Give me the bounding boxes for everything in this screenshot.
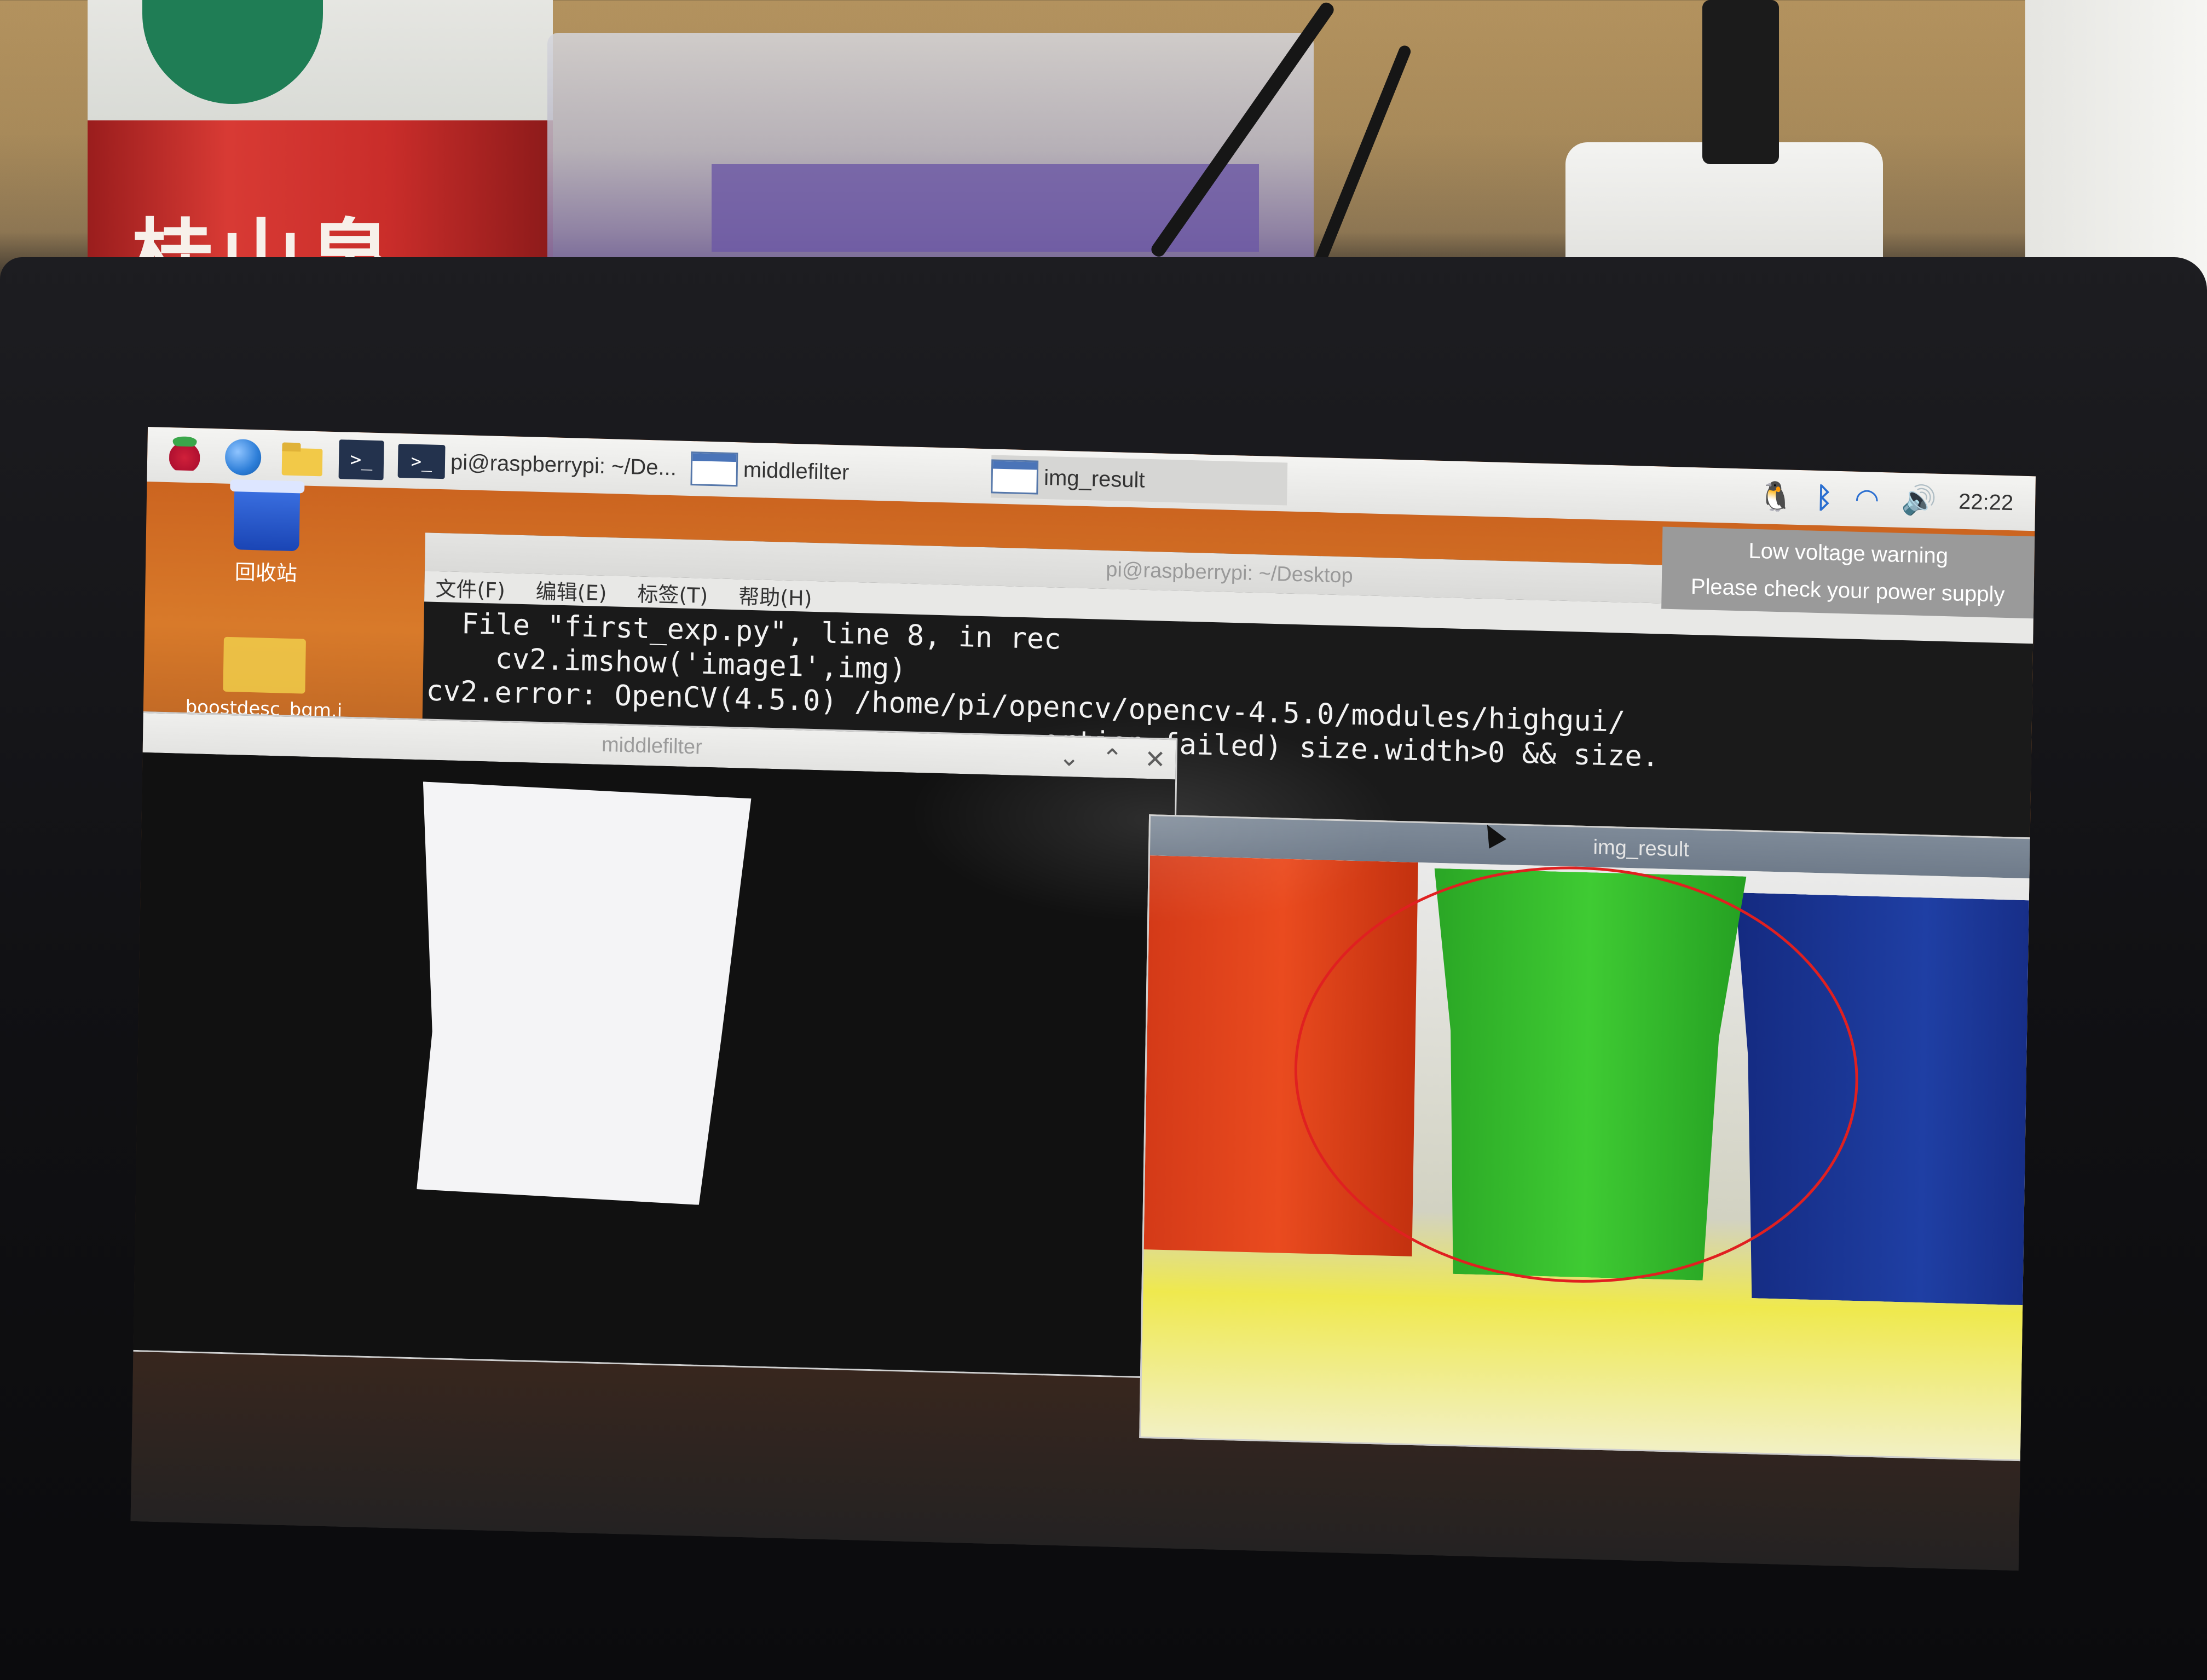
raspberry-menu-icon[interactable] [161,435,207,476]
window-task-icon [991,459,1039,495]
trash-label: 回收站 [234,560,298,586]
menu-file[interactable]: 文件(F) [435,571,505,603]
trash-icon [233,489,301,552]
menu-tabs[interactable]: 标签(T) [637,577,708,609]
folder-icon [223,636,306,694]
clock[interactable]: 22:22 [1958,489,2014,515]
task-img-result[interactable]: img_result [991,455,1288,506]
volume-icon[interactable]: 🔊 [1901,484,1937,517]
task-middlefilter-label: middlefilter [743,457,850,485]
task-terminal[interactable]: >_ pi@raspberrypi: ~/De... [397,439,677,489]
window-task-icon [690,451,738,487]
img-result-image [1141,855,2036,1462]
desktop: >_ >_ pi@raspberrypi: ~/De... middlefilt… [130,427,2036,1571]
system-tray: 🐧 ᛒ ◠ 🔊 22:22 [1758,480,2036,518]
penguin-icon[interactable]: 🐧 [1758,480,1794,513]
menu-edit[interactable]: 编辑(E) [536,574,607,606]
screen: >_ >_ pi@raspberrypi: ~/De... middlefilt… [130,427,2036,1571]
menu-help[interactable]: 帮助(H) [738,580,812,612]
desktop-folder[interactable]: boostdesc_bgm.i [154,635,374,722]
browser-icon[interactable] [221,437,266,477]
middlefilter-title: middlefilter [601,733,703,759]
low-voltage-notification[interactable]: Low voltage warning Please check your po… [1661,526,2035,619]
cable [1303,44,1413,292]
task-terminal-label: pi@raspberrypi: ~/De... [450,449,677,480]
file-manager-icon[interactable] [280,438,325,478]
img-result-title: img_result [1593,836,1690,861]
terminal-task-icon: >_ [397,443,446,479]
filtered-cup-mask [417,781,752,1206]
bluetooth-icon[interactable]: ᛒ [1815,482,1833,514]
screen-glare [906,709,1402,931]
usb-plug [1702,0,1779,164]
terminal-launcher-icon[interactable]: >_ [338,439,384,480]
wifi-icon[interactable]: ◠ [1854,483,1880,515]
desktop-trash[interactable]: 回收站 [211,489,322,587]
task-img-result-label: img_result [1043,465,1145,493]
box-stripe [712,164,1259,252]
task-middlefilter[interactable]: middlefilter [690,447,850,494]
